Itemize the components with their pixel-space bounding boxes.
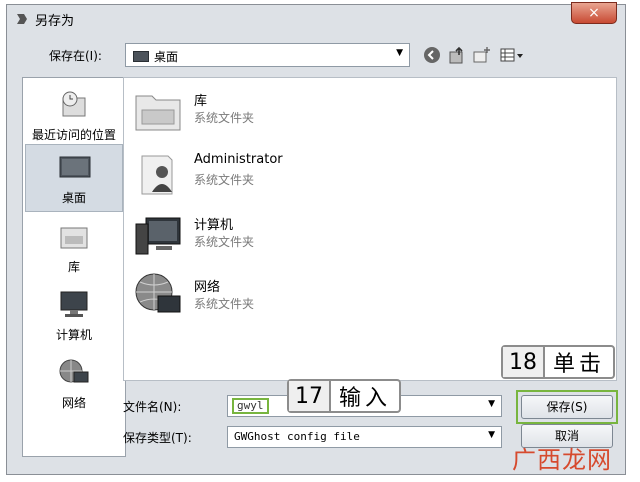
chevron-down-icon: ▼ bbox=[488, 430, 495, 440]
libraries-icon bbox=[135, 95, 181, 131]
save-as-dialog: 另存为 × 保存在(I): 桌面 ▼ 最近访问的位置 桌面 库 计算机 网络 库… bbox=[6, 2, 626, 475]
computer-icon bbox=[60, 291, 88, 317]
list-item[interactable]: Administrator 系统文件夹 bbox=[132, 146, 432, 202]
step-18-callout: 18 单击 bbox=[501, 345, 616, 379]
place-recent[interactable]: 最近访问的位置 bbox=[25, 82, 123, 150]
filename-label: 文件名(N): bbox=[123, 400, 182, 414]
callout-number: 18 bbox=[503, 347, 545, 377]
location-value: 桌面 bbox=[154, 50, 179, 64]
callout-text: 单击 bbox=[553, 352, 606, 377]
title-bar: 另存为 × bbox=[7, 2, 625, 33]
place-label: 桌面 bbox=[61, 191, 86, 205]
desktop-icon bbox=[59, 156, 91, 178]
place-label: 库 bbox=[67, 260, 80, 274]
view-menu-icon[interactable] bbox=[499, 45, 525, 65]
callout-text: 输入 bbox=[339, 386, 392, 411]
place-label: 网络 bbox=[61, 396, 86, 410]
place-computer[interactable]: 计算机 bbox=[25, 282, 123, 350]
list-item[interactable]: 网络 系统文件夹 bbox=[132, 270, 432, 326]
filetype-value: GWGhost config file bbox=[234, 430, 360, 443]
file-type: 系统文件夹 bbox=[194, 111, 255, 125]
file-type: 系统文件夹 bbox=[194, 173, 255, 187]
filename-value: gwyl bbox=[232, 398, 269, 414]
place-label: 最近访问的位置 bbox=[31, 128, 116, 142]
location-dropdown[interactable]: 桌面 ▼ bbox=[125, 43, 410, 67]
file-name: 网络 bbox=[194, 280, 221, 295]
window-title: 另存为 bbox=[35, 14, 75, 29]
place-libraries[interactable]: 库 bbox=[25, 214, 123, 282]
chevron-down-icon: ▼ bbox=[396, 48, 403, 58]
callout-number: 17 bbox=[289, 381, 331, 411]
place-label: 计算机 bbox=[55, 328, 92, 342]
places-bar: 最近访问的位置 桌面 库 计算机 网络 bbox=[22, 77, 126, 457]
app-icon bbox=[17, 14, 27, 24]
up-folder-icon[interactable] bbox=[447, 45, 467, 65]
file-type: 系统文件夹 bbox=[194, 235, 255, 249]
close-icon: × bbox=[588, 5, 600, 21]
step-17-callout: 17 输入 bbox=[287, 379, 402, 413]
network-icon bbox=[59, 359, 89, 383]
chevron-down-icon[interactable]: ▼ bbox=[488, 399, 495, 409]
new-folder-icon[interactable] bbox=[472, 45, 492, 65]
save-in-label: 保存在(I): bbox=[49, 49, 102, 63]
place-desktop[interactable]: 桌面 bbox=[25, 144, 123, 212]
file-name: 库 bbox=[194, 94, 208, 109]
file-name: 计算机 bbox=[194, 218, 234, 233]
list-item[interactable]: 计算机 系统文件夹 bbox=[132, 208, 432, 264]
close-button[interactable]: × bbox=[571, 2, 617, 24]
place-network[interactable]: 网络 bbox=[25, 350, 123, 418]
computer-icon bbox=[135, 217, 181, 255]
file-name: Administrator bbox=[194, 152, 283, 167]
list-item[interactable]: 库 系统文件夹 bbox=[132, 84, 432, 140]
user-folder-icon bbox=[141, 155, 173, 195]
file-type: 系统文件夹 bbox=[194, 297, 255, 311]
file-list: 库 系统文件夹 Administrator 系统文件夹 计算机 系统文件夹 网络… bbox=[123, 77, 617, 381]
save-button[interactable]: 保存(S) bbox=[521, 395, 613, 419]
watermark: 广西龙网 bbox=[512, 446, 612, 474]
desktop-small-icon bbox=[133, 51, 149, 62]
back-icon[interactable] bbox=[422, 45, 442, 65]
filetype-dropdown[interactable]: GWGhost config file ▼ bbox=[227, 426, 502, 448]
libraries-icon bbox=[60, 227, 88, 249]
filetype-label: 保存类型(T): bbox=[123, 431, 192, 445]
network-icon bbox=[135, 273, 181, 313]
recent-places-icon bbox=[62, 91, 86, 117]
